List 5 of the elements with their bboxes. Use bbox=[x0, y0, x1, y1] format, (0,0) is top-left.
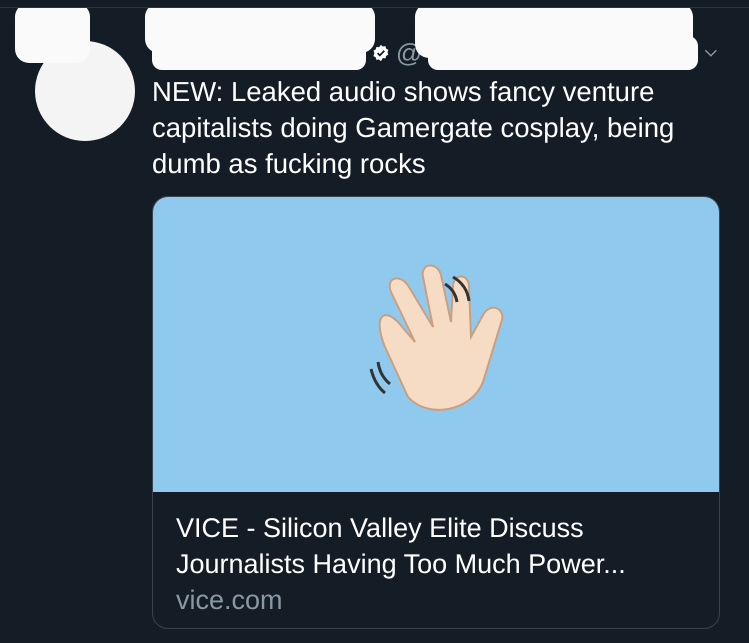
tweet-text: NEW: Leaked audio shows fancy venture capitalists doing Gamergate cosplay, being dumb as fucking rocks bbox=[152, 75, 676, 181]
link-card[interactable]: VICE - Silicon Valley Elite Discuss Journalists Having Too Much Power... vice.com bbox=[152, 196, 720, 629]
card-title: VICE - Silicon Valley Elite Discuss Journalists Having Too Much Power... bbox=[176, 512, 627, 581]
caret-down-icon[interactable] bbox=[704, 47, 718, 59]
card-domain: vice.com bbox=[176, 584, 284, 617]
